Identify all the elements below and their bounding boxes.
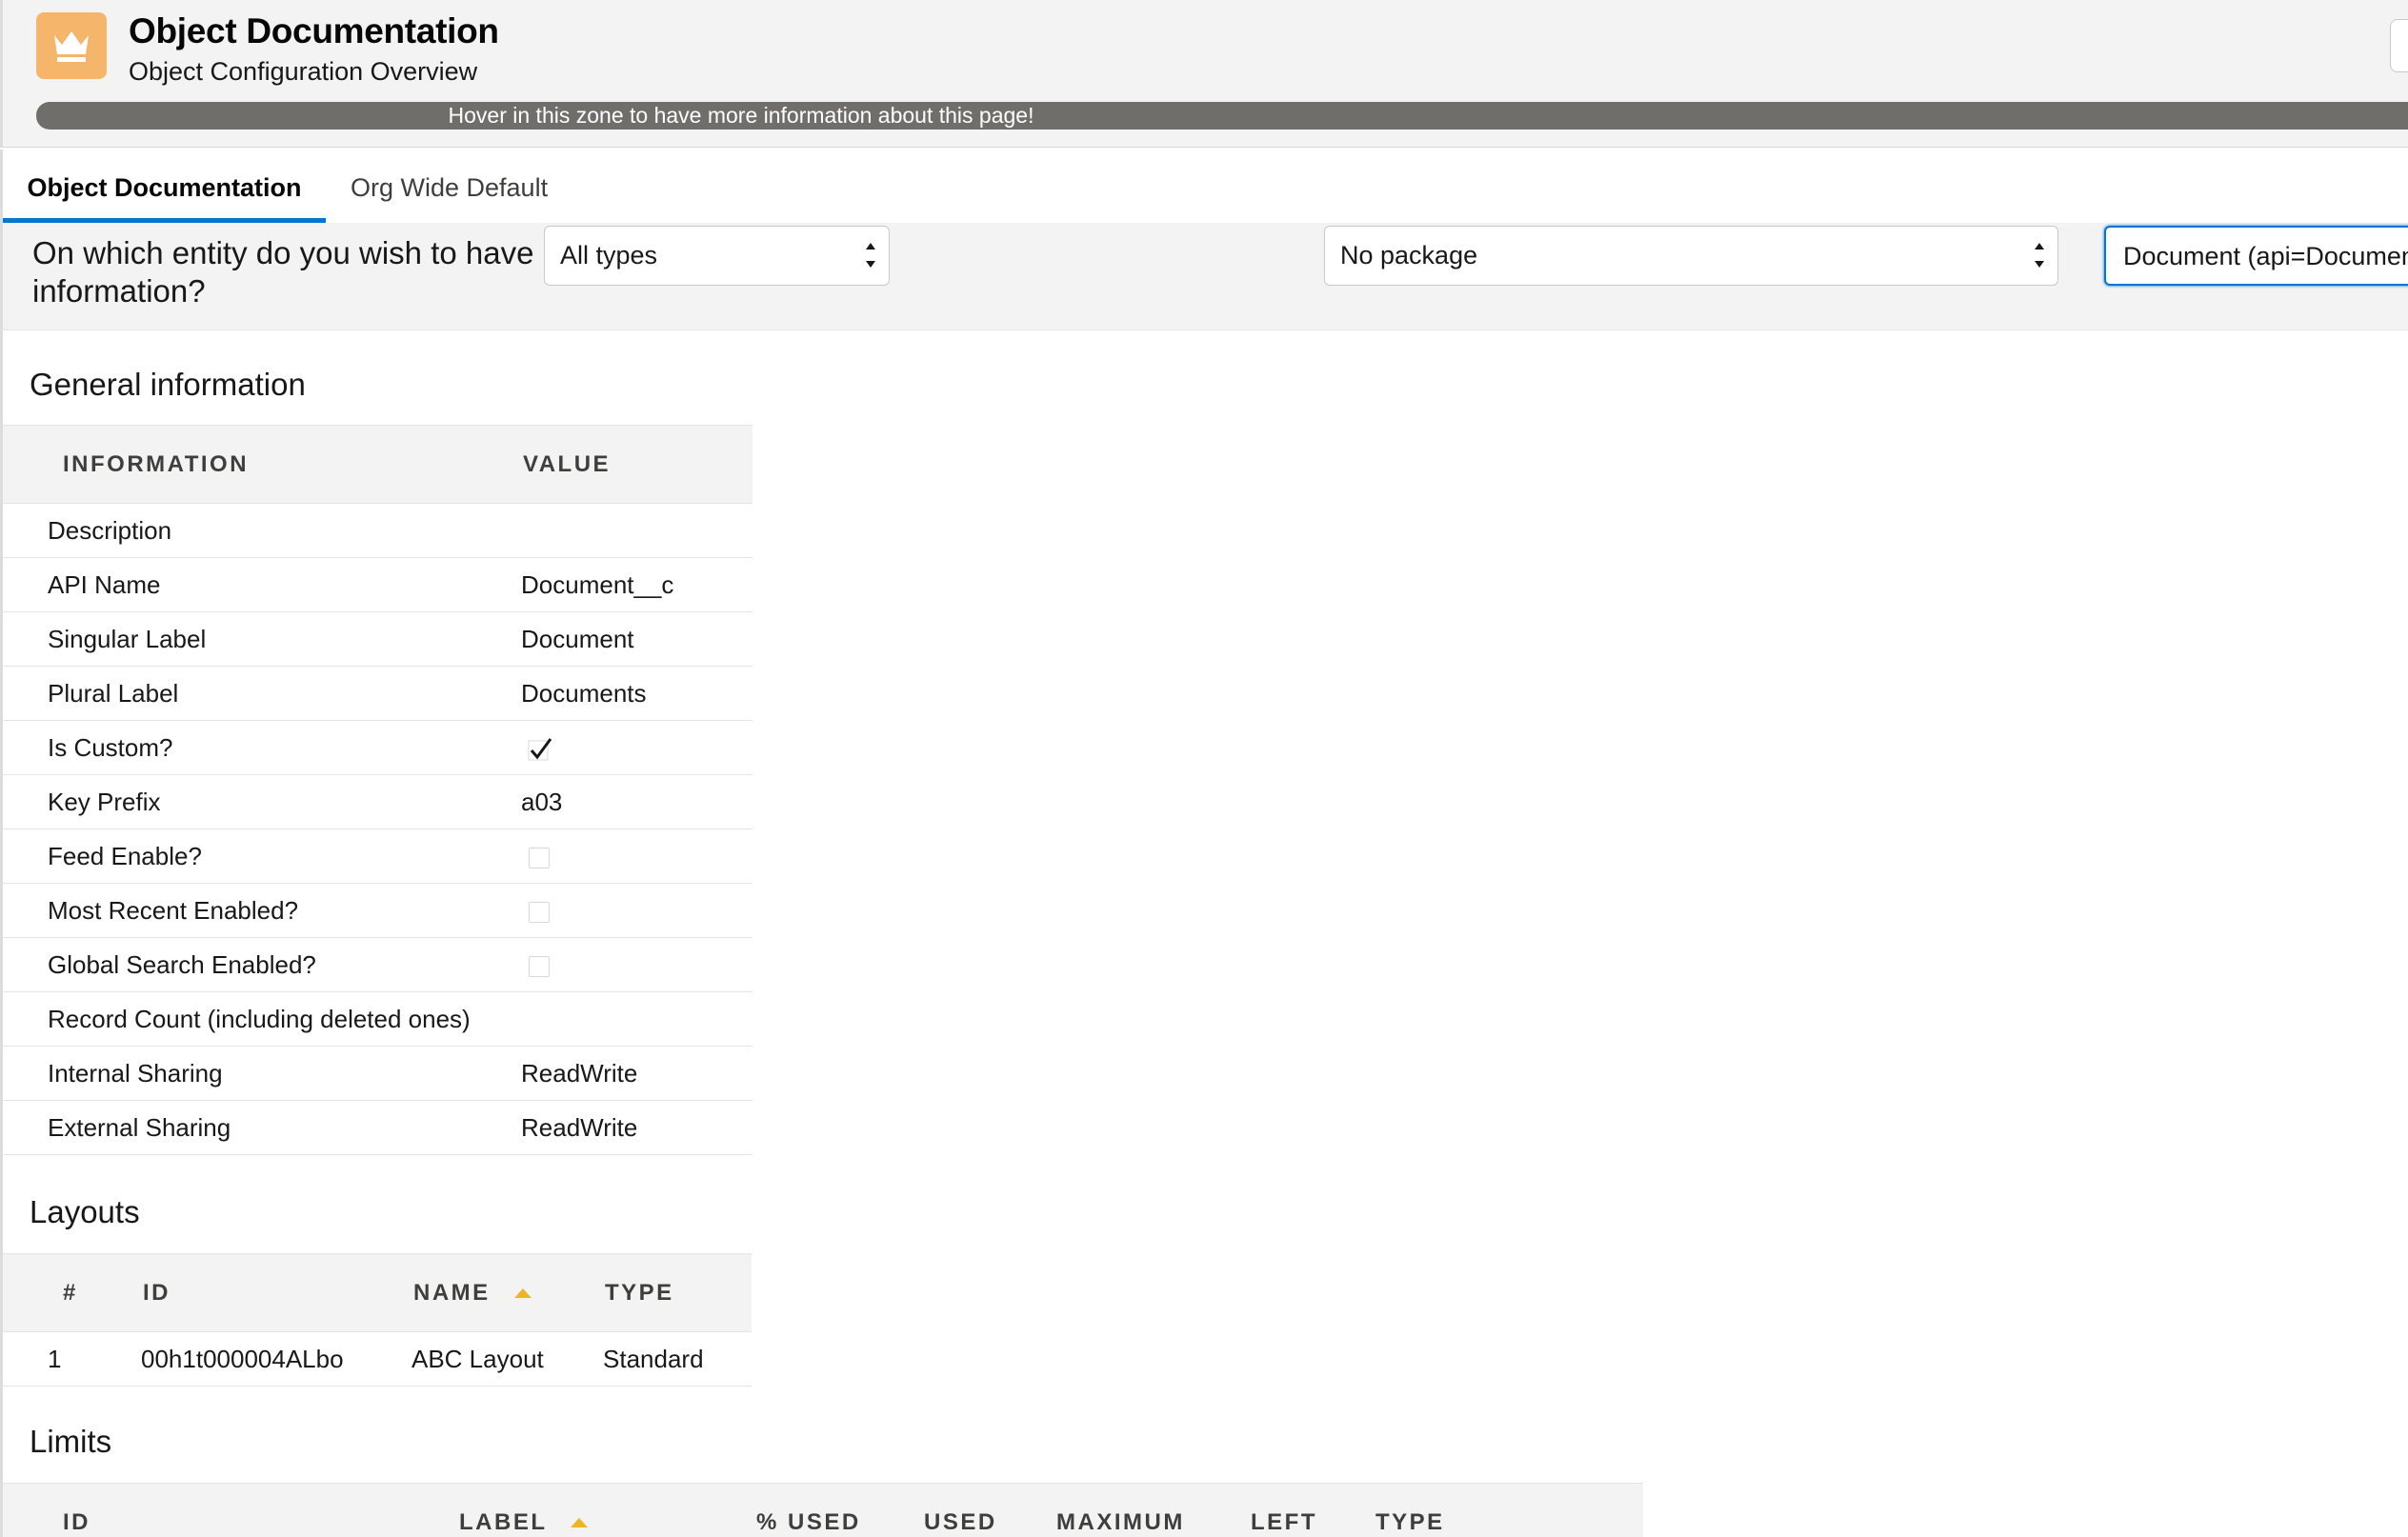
column-header-limit-id[interactable]: ID xyxy=(3,1483,455,1537)
layout-number: 1 xyxy=(3,1331,133,1387)
filter-bar: On which entity do you wish to have info… xyxy=(0,223,2408,330)
table-row: Plural Label Documents xyxy=(3,666,752,721)
column-header-value[interactable]: Value xyxy=(519,425,752,504)
layout-id: 00h1t000004ALbo xyxy=(133,1331,410,1387)
tab-bar: Object Documentation Org Wide Default xyxy=(0,150,2408,223)
tab-object-documentation[interactable]: Object Documentation xyxy=(3,150,326,223)
info-label: Key Prefix xyxy=(3,774,519,829)
table-row: Description xyxy=(3,503,752,558)
page-subtitle: Object Configuration Overview xyxy=(129,57,478,86)
info-label: Singular Label xyxy=(3,611,519,667)
info-hover-zone[interactable]: Hover in this zone to have more informat… xyxy=(36,102,2408,130)
table-row: API Name Document__c xyxy=(3,557,752,612)
info-value: ReadWrite xyxy=(519,1046,752,1101)
info-value: ReadWrite xyxy=(519,1100,752,1155)
info-checkbox-cell xyxy=(519,883,752,938)
column-header-percent-used[interactable]: % Used xyxy=(752,1483,920,1537)
table-row: Key Prefix a03 xyxy=(3,774,752,829)
info-label: Plural Label xyxy=(3,666,519,721)
layout-type: Standard xyxy=(599,1331,752,1387)
info-label: Most Recent Enabled? xyxy=(3,883,519,938)
column-header-name-label: Name xyxy=(413,1279,491,1306)
info-label: Is Custom? xyxy=(3,720,519,775)
column-header-label-text: Label xyxy=(459,1508,548,1535)
table-row: 1 00h1t000004ALbo ABC Layout Standard xyxy=(3,1331,752,1387)
info-value: Document__c xyxy=(519,557,752,612)
info-label: Global Search Enabled? xyxy=(3,937,519,992)
info-value xyxy=(519,503,752,558)
checkmark-icon xyxy=(528,737,552,761)
tab-org-wide-default[interactable]: Org Wide Default xyxy=(351,150,548,223)
select-arrows-icon xyxy=(2035,243,2044,268)
column-header-id[interactable]: ID xyxy=(133,1253,410,1332)
info-value xyxy=(519,991,752,1047)
header-action-button[interactable] xyxy=(2390,19,2408,72)
object-select-value: Document (api=Document__c) xyxy=(2123,242,2408,270)
column-header-left[interactable]: Left xyxy=(1247,1483,1372,1537)
select-arrows-icon xyxy=(866,243,875,268)
package-select[interactable]: No package xyxy=(1324,226,2058,286)
info-checkbox-cell xyxy=(519,937,752,992)
sort-ascending-icon xyxy=(513,1288,532,1299)
table-row: Most Recent Enabled? xyxy=(3,883,752,938)
table-row: Global Search Enabled? xyxy=(3,937,752,992)
object-select[interactable]: Document (api=Document__c) xyxy=(2104,226,2408,286)
info-label: API Name xyxy=(3,557,519,612)
column-header-information[interactable]: Information xyxy=(3,425,519,504)
info-label: Feed Enable? xyxy=(3,828,519,884)
info-value: a03 xyxy=(519,774,752,829)
package-select-value: No package xyxy=(1340,241,1478,269)
page: Object Documentation Object Configuratio… xyxy=(0,0,2408,1537)
column-header-used[interactable]: Used xyxy=(920,1483,1053,1537)
table-row: Record Count (including deleted ones) xyxy=(3,991,752,1047)
layouts-section-title: Layouts xyxy=(30,1194,140,1229)
limits-section-title: Limits xyxy=(30,1424,112,1459)
table-row: Feed Enable? xyxy=(3,828,752,884)
general-section-title: General information xyxy=(30,367,306,402)
column-header-limit-type[interactable]: Type xyxy=(1372,1483,1643,1537)
info-value: Document xyxy=(519,611,752,667)
column-header-name[interactable]: Name xyxy=(410,1253,599,1332)
crown-icon xyxy=(36,12,107,79)
checkbox-unchecked xyxy=(529,847,550,868)
column-header-label[interactable]: Label xyxy=(455,1483,752,1537)
table-row: Internal Sharing ReadWrite xyxy=(3,1046,752,1101)
info-label: Internal Sharing xyxy=(3,1046,519,1101)
table-row: External Sharing ReadWrite xyxy=(3,1100,752,1155)
table-row: Singular Label Document xyxy=(3,611,752,667)
layout-name: ABC Layout xyxy=(410,1331,599,1387)
info-label: Record Count (including deleted ones) xyxy=(3,991,519,1047)
info-label: Description xyxy=(3,503,519,558)
column-header-maximum[interactable]: Maximum xyxy=(1053,1483,1247,1537)
checkbox-unchecked xyxy=(529,955,550,977)
column-header-type[interactable]: Type xyxy=(599,1253,752,1332)
table-row: Is Custom? xyxy=(3,720,752,775)
entity-question-label: On which entity do you wish to have info… xyxy=(32,235,534,309)
sort-ascending-icon xyxy=(571,1518,589,1528)
info-checkbox-cell xyxy=(519,720,752,775)
info-checkbox-cell xyxy=(519,828,752,884)
type-select[interactable]: All types xyxy=(544,226,890,286)
column-header-number[interactable]: # xyxy=(3,1253,133,1332)
info-value: Documents xyxy=(519,666,752,721)
page-header: Object Documentation Object Configuratio… xyxy=(0,0,2408,148)
info-label: External Sharing xyxy=(3,1100,519,1155)
page-title: Object Documentation xyxy=(129,11,499,50)
layouts-table: # ID Name Type 1 00h1t000004ALbo ABC Layou… xyxy=(3,1253,752,1387)
checkbox-unchecked xyxy=(529,901,550,923)
general-info-table: Information Value Description API Name Doc… xyxy=(3,425,752,1155)
type-select-value: All types xyxy=(560,241,658,269)
limits-table: ID Label % Used Used Maximum Left Type xyxy=(3,1483,1643,1537)
